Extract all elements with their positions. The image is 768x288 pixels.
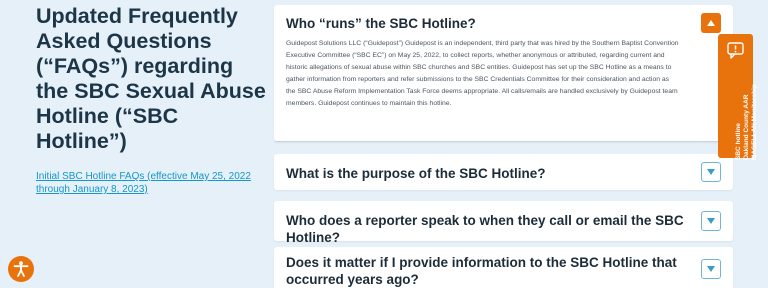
accessibility-button[interactable]: [8, 256, 34, 282]
accessibility-icon: [13, 261, 29, 277]
expand-button[interactable]: [701, 211, 721, 231]
side-tab-line: Oakland County AAR: [743, 94, 750, 161]
chat-alert-icon: [727, 42, 744, 59]
intro-column: Updated Frequently Asked Questions (“FAQ…: [36, 4, 266, 196]
faq-question[interactable]: Who does a reporter speak to when they c…: [286, 212, 697, 246]
faq-item-purpose[interactable]: What is the purpose of the SBC Hotline?: [274, 154, 733, 190]
caret-up-icon: [707, 20, 715, 26]
faq-item-who-runs: Who “runs” the SBC Hotline? Guidepost So…: [274, 5, 733, 142]
faq-item-years-ago[interactable]: Does it matter if I provide information …: [274, 247, 733, 288]
hotline-side-tab[interactable]: SBC hotline Oakland County AAR MAGELLAN …: [718, 34, 758, 160]
caret-down-icon: [707, 169, 715, 175]
expand-button[interactable]: [701, 162, 721, 182]
faq-question[interactable]: What is the purpose of the SBC Hotline?: [286, 165, 697, 182]
side-tab-label: SBC hotline Oakland County AAR MAGELLAN …: [735, 65, 759, 160]
faq-answer: Guidepost Solutions LLC (“Guidepost”) Gu…: [286, 40, 679, 107]
faq-question[interactable]: Does it matter if I provide information …: [286, 254, 697, 288]
side-tab-line: MAGELLAN Monitorship: [751, 84, 758, 160]
caret-down-icon: [707, 266, 715, 272]
initial-faqs-link[interactable]: Initial SBC Hotline FAQs (effective May …: [36, 170, 266, 196]
faq-item-who-speaks[interactable]: Who does a reporter speak to when they c…: [274, 201, 733, 245]
side-tab-line: SBC hotline: [735, 123, 742, 160]
caret-down-icon: [707, 218, 715, 224]
page-title: Updated Frequently Asked Questions (“FAQ…: [36, 4, 266, 153]
faq-question[interactable]: Who “runs” the SBC Hotline?: [286, 15, 697, 32]
collapse-button[interactable]: [701, 13, 721, 33]
expand-button[interactable]: [701, 259, 721, 279]
